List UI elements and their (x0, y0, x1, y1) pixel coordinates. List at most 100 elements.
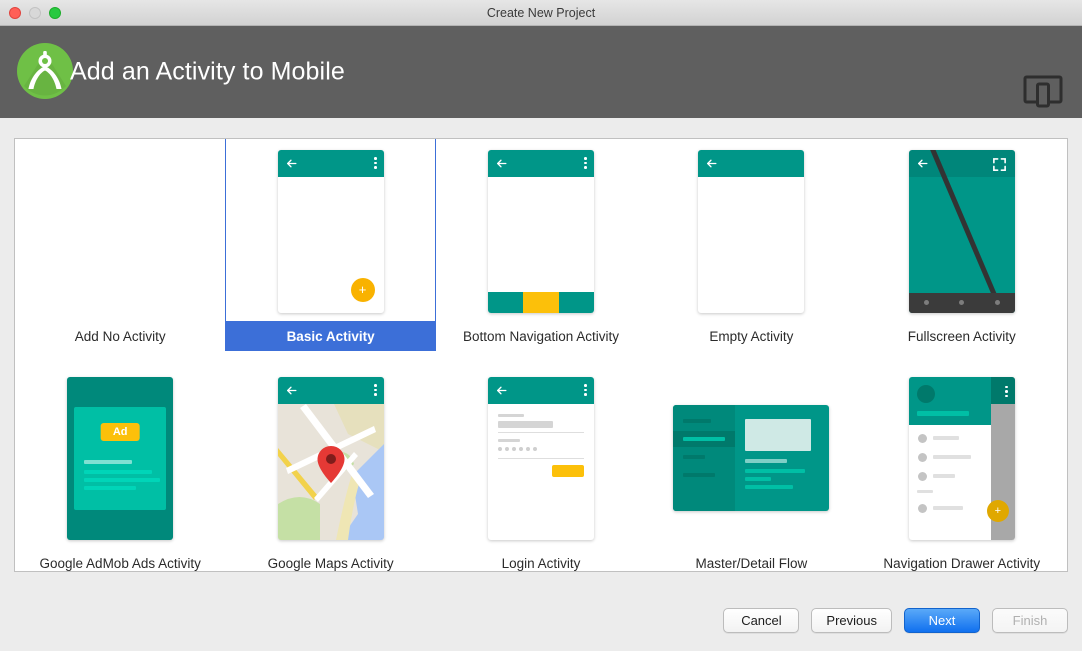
template-basic-activity[interactable]: + Basic Activity (225, 139, 436, 351)
wizard-header: Add an Activity to Mobile (0, 26, 1082, 118)
app-bar (277, 149, 384, 177)
detail-image (745, 419, 812, 451)
phone-mock (698, 149, 805, 313)
ad-text-line (84, 459, 133, 464)
bottom-navigation-bar (487, 291, 594, 313)
app-bar-behind-drawer (990, 376, 1015, 404)
thumbnail-basic-activity: + (225, 141, 435, 321)
activity-template-gallery[interactable]: Add No Activity + Basic Activity Bottom … (14, 138, 1068, 572)
username-field-underline (497, 431, 584, 433)
app-bar (487, 149, 594, 177)
app-bar (698, 149, 805, 177)
tablet-and-phone-icon (1022, 74, 1064, 113)
drawer-divider (916, 489, 933, 493)
nav-dot (959, 300, 965, 305)
ad-card: Ad (74, 406, 167, 510)
minimize-button[interactable] (29, 7, 41, 19)
drawer-account-name (916, 410, 969, 416)
phone-mock: Ad (67, 376, 174, 540)
finish-button: Finish (992, 608, 1068, 633)
template-google-maps-activity[interactable]: Google Maps Activity (225, 366, 435, 571)
phone-mock: + (277, 149, 384, 313)
create-new-project-window: Create New Project Add an Activity to Mo… (0, 0, 1082, 651)
tablet-mock (673, 405, 830, 511)
overflow-menu-icon (374, 384, 377, 396)
phone-mock (487, 149, 594, 313)
template-label: Empty Activity (709, 328, 794, 344)
map-canvas (277, 403, 384, 540)
overflow-menu-icon (374, 157, 377, 169)
drawer-item-label (932, 473, 955, 478)
next-button[interactable]: Next (904, 608, 980, 633)
password-field-label (497, 438, 520, 442)
phone-mock: + (908, 376, 1015, 540)
close-button[interactable] (9, 7, 21, 19)
cancel-button[interactable]: Cancel (723, 608, 800, 633)
detail-text-line (745, 477, 772, 481)
wizard-button-row: Cancel Previous Next Finish (723, 608, 1068, 633)
overflow-menu-icon (1005, 385, 1008, 397)
thumbnail-google-maps (225, 368, 435, 548)
back-arrow-icon (705, 157, 718, 170)
window-title-bar: Create New Project (0, 0, 1082, 26)
template-label: Master/Detail Flow (695, 555, 808, 571)
thumbnail-empty-activity (646, 141, 856, 321)
template-fullscreen-activity[interactable]: Fullscreen Activity (857, 139, 1067, 351)
detail-text-line (745, 485, 794, 489)
sign-in-button-mock (551, 464, 584, 477)
phone-mock (487, 376, 594, 540)
thumbnail-master-detail (646, 368, 856, 548)
template-label: Fullscreen Activity (907, 328, 1016, 344)
master-list-row (683, 419, 712, 423)
phone-mock (908, 149, 1015, 313)
avatar (916, 384, 935, 403)
overflow-menu-icon (584, 384, 587, 396)
template-login-activity[interactable]: Login Activity (436, 366, 646, 571)
previous-button[interactable]: Previous (811, 608, 892, 633)
template-google-admob-ads-activity[interactable]: Ad Google AdMob Ads Activity (15, 366, 225, 571)
system-navigation-bar (908, 292, 1015, 313)
password-field-underline (497, 457, 584, 459)
zoom-button[interactable] (49, 7, 61, 19)
overflow-menu-icon (584, 157, 587, 169)
thumbnail-bottom-navigation (436, 141, 646, 321)
template-label: Basic Activity (225, 321, 436, 351)
username-field-label (497, 413, 524, 417)
phone-mock (277, 376, 384, 540)
wizard-footer: Cancel Previous Next Finish (0, 595, 1082, 651)
password-field-value (497, 446, 537, 451)
template-master-detail-flow[interactable]: Master/Detail Flow (646, 366, 856, 571)
template-add-no-activity[interactable]: Add No Activity (15, 139, 225, 351)
back-arrow-icon (285, 384, 298, 397)
template-navigation-drawer-activity[interactable]: + Navigation Drawer Activity (857, 366, 1067, 571)
page-title: Add an Activity to Mobile (70, 57, 345, 86)
bottom-nav-item-active (522, 291, 559, 313)
template-label: Google Maps Activity (267, 555, 394, 571)
master-list-row-active (683, 437, 726, 441)
ad-text-line (84, 469, 153, 474)
drawer-item-icon (917, 471, 927, 481)
drawer-item-icon (917, 503, 927, 513)
drawer-item-icon (917, 433, 927, 443)
thumbnail-navigation-drawer: + (857, 368, 1067, 548)
template-label: Login Activity (501, 555, 581, 571)
ad-text-line (84, 477, 161, 482)
floating-action-button-icon: + (350, 277, 375, 302)
app-bar (487, 376, 594, 404)
master-list-row (683, 455, 706, 459)
thumbnail-admob: Ad (15, 368, 225, 548)
detail-text-line (745, 459, 788, 463)
drawer-item-label (932, 435, 959, 440)
template-label: Bottom Navigation Activity (462, 328, 620, 344)
thumbnail-login-activity (436, 368, 646, 548)
template-label: Google AdMob Ads Activity (39, 555, 201, 571)
back-arrow-icon (285, 157, 298, 170)
back-arrow-icon (495, 157, 508, 170)
ad-text-line (84, 485, 137, 490)
back-arrow-icon (916, 157, 929, 175)
drawer-item-label (932, 454, 971, 459)
template-empty-activity[interactable]: Empty Activity (646, 139, 856, 351)
template-bottom-navigation-activity[interactable]: Bottom Navigation Activity (436, 139, 646, 351)
template-label: Navigation Drawer Activity (883, 555, 1041, 571)
android-studio-logo (14, 40, 76, 102)
